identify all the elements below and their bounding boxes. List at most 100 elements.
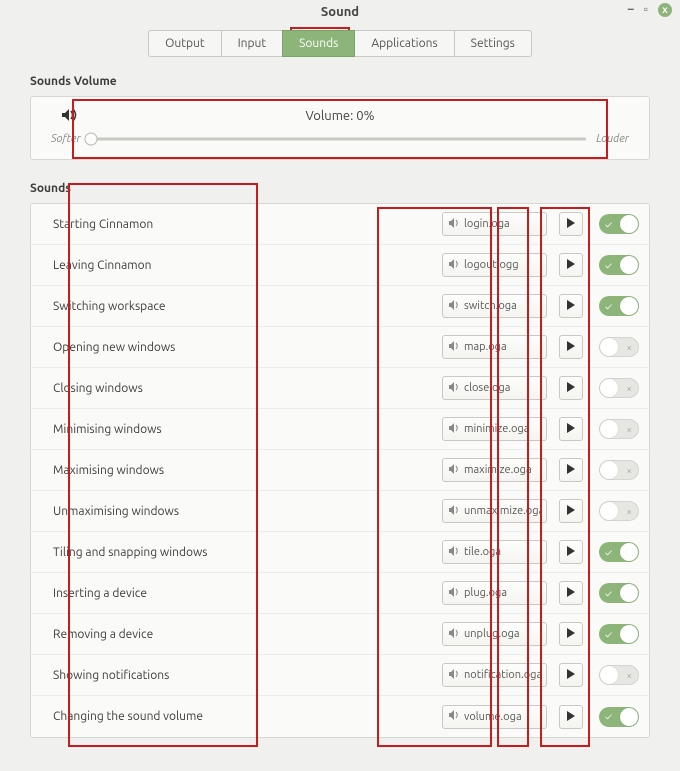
- play-icon: [567, 341, 575, 353]
- tab-apps[interactable]: Applications: [354, 30, 454, 57]
- check-icon: ✓: [605, 711, 612, 722]
- check-icon: ✓: [605, 219, 612, 230]
- play-icon: [567, 669, 575, 681]
- play-button[interactable]: [559, 540, 583, 564]
- sound-file-selector[interactable]: volume.oga: [442, 705, 547, 729]
- sound-row: Tiling and snapping windowstile.oga✓: [31, 532, 649, 573]
- sound-file-selector[interactable]: logout.ogg: [442, 253, 547, 277]
- play-icon: [567, 711, 575, 723]
- audio-file-icon: [448, 627, 460, 642]
- sound-enable-toggle[interactable]: ✓: [599, 707, 639, 727]
- tab-output[interactable]: Output: [148, 30, 221, 57]
- x-icon: ×: [626, 383, 632, 394]
- play-button[interactable]: [559, 376, 583, 400]
- audio-file-icon: [448, 258, 460, 273]
- sound-event-label: Leaving Cinnamon: [53, 259, 442, 272]
- sound-enable-toggle[interactable]: ✓: [599, 255, 639, 275]
- sound-enable-toggle[interactable]: ×: [599, 337, 639, 357]
- audio-file-icon: [448, 217, 460, 232]
- sound-file-selector[interactable]: unmaximize.oga: [442, 499, 547, 523]
- sound-enable-toggle[interactable]: ✓: [599, 583, 639, 603]
- sound-event-label: Unmaximising windows: [53, 505, 442, 518]
- play-button[interactable]: [559, 335, 583, 359]
- volume-panel: Volume: 0% Softer Louder: [30, 96, 650, 160]
- sound-file-name: tile.oga: [464, 546, 501, 558]
- volume-slider[interactable]: [91, 134, 587, 144]
- audio-file-icon: [448, 709, 460, 724]
- sound-file-selector[interactable]: map.oga: [442, 335, 547, 359]
- tab-input[interactable]: Input: [221, 30, 284, 57]
- sound-file-name: volume.oga: [464, 711, 522, 723]
- sound-file-name: switch.oga: [464, 300, 517, 312]
- play-button[interactable]: [559, 253, 583, 277]
- play-button[interactable]: [559, 417, 583, 441]
- play-button[interactable]: [559, 499, 583, 523]
- play-button[interactable]: [559, 622, 583, 646]
- play-button[interactable]: [559, 212, 583, 236]
- sound-file-selector[interactable]: plug.oga: [442, 581, 547, 605]
- sound-enable-toggle[interactable]: ×: [599, 665, 639, 685]
- toggle-thumb: [600, 420, 618, 438]
- sound-event-label: Inserting a device: [53, 587, 442, 600]
- sound-file-selector[interactable]: login.oga: [442, 212, 547, 236]
- audio-file-icon: [448, 463, 460, 478]
- play-button[interactable]: [559, 663, 583, 687]
- audio-file-icon: [448, 299, 460, 314]
- sound-enable-toggle[interactable]: ×: [599, 460, 639, 480]
- play-button[interactable]: [559, 294, 583, 318]
- sound-event-label: Minimising windows: [53, 423, 442, 436]
- sound-file-selector[interactable]: notification.oga: [442, 663, 547, 687]
- sound-file-name: map.oga: [464, 341, 507, 353]
- softer-label: Softer: [51, 133, 81, 145]
- sounds-panel: Starting Cinnamonlogin.oga✓Leaving Cinna…: [30, 203, 650, 738]
- close-icon: x: [658, 3, 672, 17]
- volume-row: Volume: 0%: [51, 109, 629, 123]
- sound-enable-toggle[interactable]: ✓: [599, 542, 639, 562]
- x-icon: ×: [626, 424, 632, 435]
- toggle-thumb: [620, 708, 638, 726]
- sound-file-name: unplug.oga: [464, 628, 520, 640]
- toggle-thumb: [620, 215, 638, 233]
- x-icon: ×: [626, 465, 632, 476]
- sound-file-selector[interactable]: maximize.oga: [442, 458, 547, 482]
- tab-bar: OutputInputSoundsApplicationsSettings: [0, 30, 680, 57]
- check-icon: ✓: [605, 629, 612, 640]
- sound-enable-toggle[interactable]: ✓: [599, 296, 639, 316]
- louder-label: Louder: [596, 133, 629, 145]
- maximize-button[interactable]: ▫: [644, 4, 648, 16]
- play-button[interactable]: [559, 458, 583, 482]
- play-button[interactable]: [559, 705, 583, 729]
- sound-file-selector[interactable]: unplug.oga: [442, 622, 547, 646]
- sound-event-label: Maximising windows: [53, 464, 442, 477]
- sound-enable-toggle[interactable]: ✓: [599, 214, 639, 234]
- sound-file-selector[interactable]: switch.oga: [442, 294, 547, 318]
- sound-enable-toggle[interactable]: ×: [599, 501, 639, 521]
- check-icon: ✓: [605, 547, 612, 558]
- slider-thumb[interactable]: [84, 133, 97, 146]
- play-icon: [567, 218, 575, 230]
- audio-file-icon: [448, 340, 460, 355]
- close-button[interactable]: x: [658, 3, 672, 17]
- play-button[interactable]: [559, 581, 583, 605]
- sound-row: Opening new windowsmap.oga×: [31, 327, 649, 368]
- sound-row: Removing a deviceunplug.oga✓: [31, 614, 649, 655]
- audio-file-icon: [448, 545, 460, 560]
- sound-row: Unmaximising windowsunmaximize.oga ×: [31, 491, 649, 532]
- sound-file-selector[interactable]: close.oga: [442, 376, 547, 400]
- sound-enable-toggle[interactable]: ×: [599, 378, 639, 398]
- sound-enable-toggle[interactable]: ✓: [599, 624, 639, 644]
- sound-file-name: maximize.oga: [464, 464, 532, 476]
- sound-file-selector[interactable]: minimize.oga: [442, 417, 547, 441]
- volume-slider-row: Softer Louder: [51, 133, 629, 145]
- sound-row: Leaving Cinnamonlogout.ogg ✓: [31, 245, 649, 286]
- sound-enable-toggle[interactable]: ×: [599, 419, 639, 439]
- tab-settings[interactable]: Settings: [454, 30, 532, 57]
- minimize-button[interactable]: –: [628, 4, 634, 16]
- sound-row: Inserting a deviceplug.oga ✓: [31, 573, 649, 614]
- slider-track: [91, 138, 587, 141]
- tab-sounds[interactable]: Sounds: [282, 30, 355, 57]
- volume-label: Volume: 0%: [305, 109, 374, 123]
- sound-file-selector[interactable]: tile.oga: [442, 540, 547, 564]
- sound-row: Starting Cinnamonlogin.oga✓: [31, 204, 649, 245]
- sound-row: Switching workspaceswitch.oga✓: [31, 286, 649, 327]
